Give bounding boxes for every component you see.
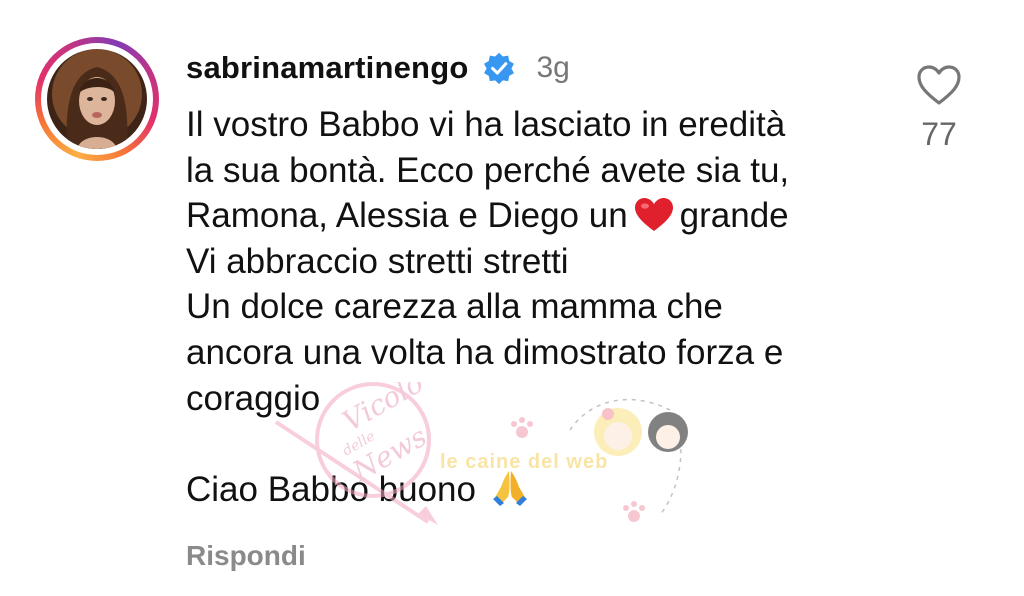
comment-line: Ramona, Alessia e Diego un grande [186, 193, 886, 239]
avatar[interactable] [47, 49, 147, 149]
comment-line: Il vostro Babbo vi ha lasciato in eredit… [186, 105, 786, 144]
comment-line: ancora una volta ha dimostrato forza e [186, 332, 784, 372]
comment-line-text: Ramona, Alessia e Diego un [186, 196, 628, 236]
comment-header: sabrinamartinengo 3g [186, 46, 570, 90]
red-heart-emoji-icon [634, 198, 673, 232]
avatar-ring-gap [41, 43, 153, 155]
reply-button[interactable]: Rispondi [186, 540, 306, 572]
comment-line: Un dolce carezza alla mamma che [186, 287, 723, 327]
watermark-stamp: Vicolo delle News [274, 382, 438, 525]
watermark-brand-logo: le caine del web [440, 398, 688, 522]
username-link[interactable]: sabrinamartinengo [186, 50, 468, 86]
like-count: 77 [921, 116, 957, 152]
timestamp: 3g [536, 51, 570, 84]
watermark-brand-text: le caine del web [440, 451, 608, 473]
story-ring[interactable] [35, 37, 159, 161]
comment-line: la sua bontà. Ecco perché avete sia tu, [186, 150, 790, 190]
verified-badge-icon [484, 52, 515, 85]
heart-outline-icon[interactable] [916, 64, 962, 106]
avatar-portrait-icon [66, 67, 128, 149]
comment-line-text: grande [679, 196, 789, 236]
comment-line: Vi abbraccio stretti stretti [186, 241, 569, 281]
